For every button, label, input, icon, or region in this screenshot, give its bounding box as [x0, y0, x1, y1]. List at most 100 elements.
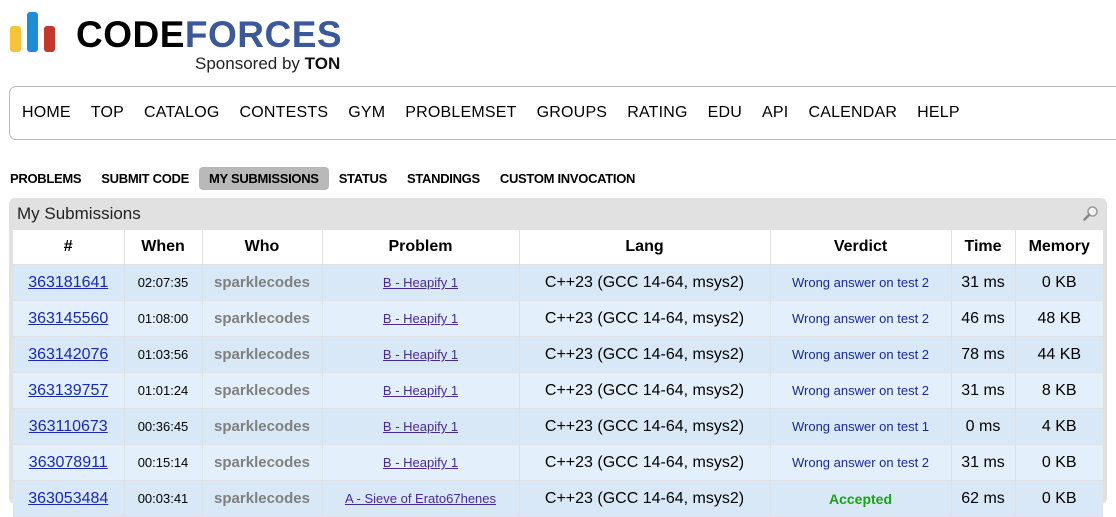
memory-cell: 8 KB — [1015, 372, 1103, 409]
language-cell: C++23 (GCC 14-64, msys2) — [519, 336, 771, 373]
memory-cell: 0 KB — [1015, 264, 1103, 301]
problem-link[interactable]: B - Heapify 1 — [383, 455, 458, 470]
author-cell[interactable]: sparklecodes — [202, 264, 323, 301]
verdict-cell: Wrong answer on test 2 — [770, 264, 952, 301]
main-menu-item-catalog[interactable]: CATALOG — [144, 104, 220, 122]
submission-id-cell: 363142076 — [13, 336, 125, 373]
submission-id-link[interactable]: 363053484 — [28, 490, 108, 507]
table-row: 363110673 00:36:45 sparklecodes B - Heapify… — [13, 408, 1103, 445]
language-cell: C++23 (GCC 14-64, msys2) — [519, 300, 771, 337]
main-menu-item-gym[interactable]: GYM — [348, 104, 385, 122]
column-header: # — [13, 230, 125, 265]
logo-bars-icon — [10, 10, 62, 52]
column-header: Memory — [1015, 230, 1103, 265]
main-menu-item-edu[interactable]: EDU — [708, 104, 742, 122]
panel-title: My Submissions — [17, 204, 141, 223]
verdict-cell: Wrong answer on test 2 — [770, 372, 952, 409]
column-header: Who — [202, 230, 323, 265]
sponsor-line: Sponsored by TON — [195, 54, 340, 74]
column-header: Lang — [519, 230, 771, 265]
table-header-row: # When Who Problem Lang Verdict Time Memory — [13, 230, 1103, 265]
contest-menu-item-problems[interactable]: PROBLEMS — [0, 167, 91, 190]
time-cell: 62 ms — [951, 480, 1016, 517]
submission-id-link[interactable]: 363078911 — [29, 454, 108, 471]
memory-cell: 48 KB — [1015, 300, 1103, 337]
time-cell: 46 ms — [951, 300, 1016, 337]
problem-cell: B - Heapify 1 — [322, 336, 520, 373]
problem-link[interactable]: B - Heapify 1 — [383, 347, 458, 362]
main-menu-item-rating[interactable]: RATING — [627, 104, 687, 122]
contest-menu-item-custom-invocation[interactable]: CUSTOM INVOCATION — [490, 167, 645, 190]
time-cell: 0 ms — [951, 408, 1016, 445]
contest-menu-item-my-submissions[interactable]: MY SUBMISSIONS — [198, 166, 329, 190]
submission-id-link[interactable]: 363181641 — [28, 274, 108, 291]
main-menu-item-problemset[interactable]: PROBLEMSET — [405, 104, 516, 122]
submission-id-cell: 363078911 — [13, 444, 125, 481]
time-cell: 31 ms — [951, 372, 1016, 409]
problem-link[interactable]: B - Heapify 1 — [383, 383, 458, 398]
author-cell[interactable]: sparklecodes — [202, 372, 323, 409]
table-row: 363053484 00:03:41 sparklecodes A - Sieve o… — [13, 480, 1103, 517]
table-row: 363145560 01:08:00 sparklecodes B - Heapify… — [13, 300, 1103, 337]
codeforces-logo[interactable]: CODEFORCES Sponsored by TON — [10, 10, 370, 76]
submission-id-cell: 363181641 — [13, 264, 125, 301]
problem-link[interactable]: B - Heapify 1 — [383, 275, 458, 290]
author-cell[interactable]: sparklecodes — [202, 300, 323, 337]
main-menu-item-calendar[interactable]: CALENDAR — [808, 104, 897, 122]
main-menu-item-top[interactable]: TOP — [91, 104, 124, 122]
verdict-cell: Wrong answer on test 2 — [770, 300, 952, 337]
author-cell[interactable]: sparklecodes — [202, 444, 323, 481]
logo-word-code: CODE — [76, 14, 185, 55]
submission-time-cell: 01:08:00 — [124, 300, 203, 337]
main-menu: HOME TOP CATALOG CONTESTS GYM PROBLEMSET GROUP… — [9, 86, 1116, 140]
table-row: 363142076 01:03:56 sparklecodes B - Heapify… — [13, 336, 1103, 373]
contest-menu-item-submit-code[interactable]: SUBMIT CODE — [91, 167, 199, 190]
logo-bar-red — [44, 26, 55, 52]
submission-id-link[interactable]: 363145560 — [28, 310, 108, 327]
problem-cell: B - Heapify 1 — [322, 372, 520, 409]
table-body: 363181641 02:07:35 sparklecodes B - Heapify… — [13, 264, 1103, 517]
column-header: Time — [951, 230, 1016, 265]
submission-time-cell: 00:15:14 — [124, 444, 203, 481]
verdict-cell: Wrong answer on test 1 — [770, 408, 952, 445]
contest-menu: PROBLEMS SUBMIT CODE MY SUBMISSIONS STATUS S… — [0, 165, 645, 191]
main-menu-item-groups[interactable]: GROUPS — [537, 104, 608, 122]
language-cell: C++23 (GCC 14-64, msys2) — [519, 372, 771, 409]
problem-cell: B - Heapify 1 — [322, 300, 520, 337]
submission-id-cell: 363145560 — [13, 300, 125, 337]
problem-link[interactable]: B - Heapify 1 — [383, 419, 458, 434]
sponsor-prefix: Sponsored by — [195, 54, 300, 73]
logo-word-forces: FORCES — [184, 14, 343, 55]
verdict-cell: Wrong answer on test 2 — [770, 444, 952, 481]
column-header: When — [124, 230, 203, 265]
language-cell: C++23 (GCC 14-64, msys2) — [519, 408, 771, 445]
submission-id-link[interactable]: 363142076 — [28, 346, 108, 363]
submission-id-link[interactable]: 363110673 — [29, 418, 108, 435]
contest-menu-item-status[interactable]: STATUS — [329, 167, 397, 190]
problem-cell: B - Heapify 1 — [322, 264, 520, 301]
time-cell: 31 ms — [951, 444, 1016, 481]
memory-cell: 0 KB — [1015, 480, 1103, 517]
time-cell: 78 ms — [951, 336, 1016, 373]
magnifier-icon[interactable] — [1083, 205, 1099, 221]
main-menu-list: HOME TOP CATALOG CONTESTS GYM PROBLEMSET GROUP… — [10, 87, 1116, 139]
language-cell: C++23 (GCC 14-64, msys2) — [519, 444, 771, 481]
submission-time-cell: 00:36:45 — [124, 408, 203, 445]
main-menu-item-home[interactable]: HOME — [22, 104, 71, 122]
problem-link[interactable]: A - Sieve of Erato67henes — [345, 491, 496, 506]
logo-bar-blue — [27, 12, 38, 52]
main-menu-item-contests[interactable]: CONTESTS — [240, 104, 329, 122]
main-menu-item-api[interactable]: API — [762, 104, 788, 122]
author-cell[interactable]: sparklecodes — [202, 480, 323, 517]
submission-id-link[interactable]: 363139757 — [28, 382, 108, 399]
verdict-cell: Wrong answer on test 2 — [770, 336, 952, 373]
submission-id-cell: 363139757 — [13, 372, 125, 409]
logo-wordmark: CODEFORCES — [76, 15, 342, 55]
contest-menu-item-standings[interactable]: STANDINGS — [397, 167, 490, 190]
submission-time-cell: 02:07:35 — [124, 264, 203, 301]
language-cell: C++23 (GCC 14-64, msys2) — [519, 480, 771, 517]
author-cell[interactable]: sparklecodes — [202, 336, 323, 373]
problem-link[interactable]: B - Heapify 1 — [383, 311, 458, 326]
main-menu-item-help[interactable]: HELP — [917, 104, 960, 122]
author-cell[interactable]: sparklecodes — [202, 408, 323, 445]
